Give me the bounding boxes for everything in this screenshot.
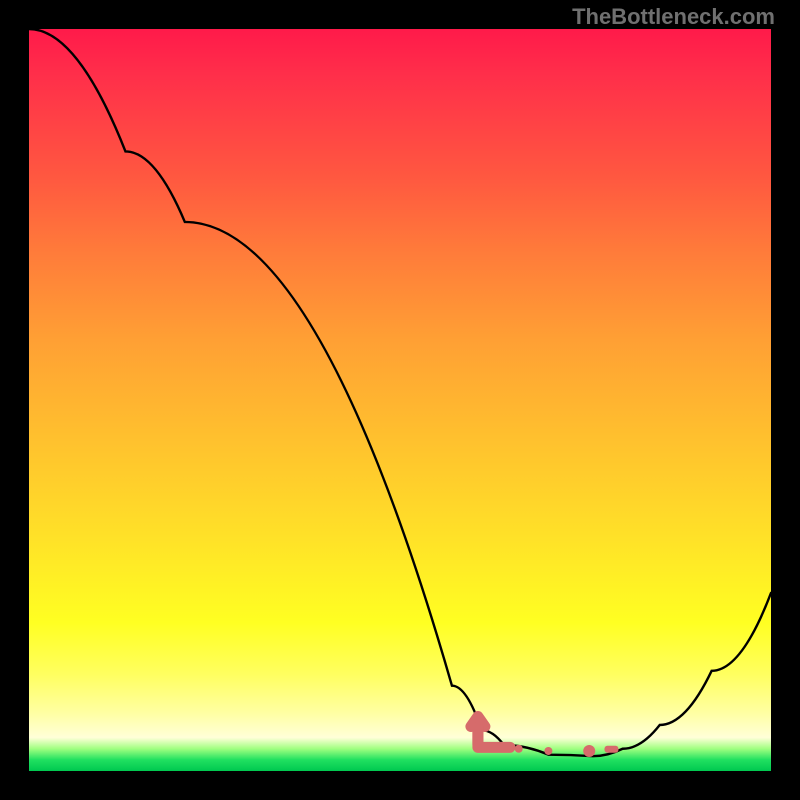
marker-dash xyxy=(604,746,618,753)
marker-elbow xyxy=(478,727,510,747)
attribution-label: TheBottleneck.com xyxy=(572,4,775,30)
chart-svg xyxy=(29,29,771,771)
marker-dot xyxy=(583,745,595,757)
bottleneck-curve xyxy=(29,29,771,756)
chart-markers xyxy=(471,716,619,756)
marker-dot-small xyxy=(515,745,523,753)
chart-area xyxy=(29,29,771,771)
marker-dot-small xyxy=(544,747,552,755)
